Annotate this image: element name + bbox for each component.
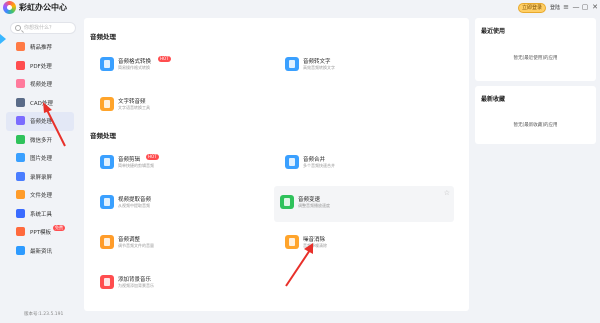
section-title-audio-2: 音频处理 [90,132,116,140]
app-title: 彩虹办公中心 [19,3,67,12]
annotation-arrow-noise-removal [285,243,313,287]
tool-description: 高效音频转换文字 [303,65,335,70]
annotation-arrow-sidebar [43,102,66,147]
tool-video-extract-audio[interactable]: 视频提取音频 从视频中提取音频 [94,186,274,222]
news-icon [16,245,25,255]
latest-favorites-panel: 最新收藏 暂无[最新收藏]的应用 [475,86,596,144]
latest-favorites-empty-text: 暂无[最新收藏]的应用 [513,123,558,128]
tool-name: 文字转音频 [118,99,146,105]
sidebar-item-label: 精品推荐 [30,45,53,51]
recent-used-empty-text: 暂无[最近使用]的应用 [513,56,558,61]
video-extract-audio-icon [100,195,114,209]
tool-description: 调节音频文件的音量 [118,243,154,248]
tool-description: 多个音频快速合并 [303,163,335,168]
audio-convert-icon [100,57,114,71]
sidebar-item-label: PDF处理 [30,63,52,70]
audio-adjust-icon [100,235,114,249]
sidebar-item-recommend[interactable]: 精品推荐 [6,38,74,57]
tool-audio-speed[interactable]: 音频变速 调整音频播放速度 ☆ [274,186,454,222]
tool-description: 调整音频播放速度 [298,203,330,208]
sidebar-item-label: PPT模板 [30,230,51,236]
search-icon [15,25,21,31]
sidebar-item-label: 最新资讯 [30,248,53,255]
audio-clip-icon [100,155,114,169]
screen-record-icon [16,171,25,181]
tool-name: 音频剪辑 [118,157,141,163]
sidebar-item-screen-record[interactable]: 录屏录屏 [6,168,74,187]
audio-merge-icon [285,155,299,169]
tool-audio-convert[interactable]: 音频格式转换 简易操作格式转换 HOT [94,48,274,84]
audio-icon [16,116,25,125]
sidebar: 精品推荐PDF处理视频处理CAD处理音频处理微信多开图片处理录屏录屏文件处理系统… [0,16,78,323]
section-title-audio: 音频处理 [90,33,116,41]
close-icon[interactable]: ✕ [590,2,600,12]
tool-description: 简易操作格式转换 [118,65,150,70]
sidebar-item-label: 文件处理 [30,193,53,199]
video-icon [16,79,25,88]
sidebar-item-file[interactable]: 文件处理 [6,186,74,205]
sidebar-item-label: 录屏录屏 [30,174,53,181]
system-tools-icon [16,208,25,218]
tool-name: 音频转文字 [303,59,331,65]
ppt-icon [16,227,25,236]
app-logo-icon [3,1,16,14]
tool-description: 为视频添加背景音乐 [118,283,154,288]
pdf-icon [16,60,25,70]
recent-used-title: 最近使用 [481,28,506,35]
image-icon [16,153,25,162]
main-panel: 音频处理 音频处理 音频格式转换 简易操作格式转换 HOT 音频转文字 高效音频转换文字… [84,18,469,311]
sidebar-item-pdf[interactable]: PDF处理 [6,57,74,76]
wechat-icon [16,134,25,144]
cad-icon [16,97,25,107]
tool-text-to-audio[interactable]: 文字转音频 文字语音转换工具 [94,88,274,124]
sidebar-item-label: 图片处理 [30,156,53,162]
sidebar-item-ppt[interactable]: PPT模板 免费 [6,223,74,242]
search-input[interactable] [24,24,74,32]
recommend-icon [16,42,25,51]
latest-favorites-title: 最新收藏 [481,96,506,103]
recent-used-panel: 最近使用 暂无[最近使用]的应用 [475,18,596,81]
favorite-star-icon[interactable]: ☆ [444,189,450,197]
hot-badge: HOT [146,154,159,160]
file-icon [16,190,25,199]
text-to-audio-icon [100,97,114,111]
tool-name: 添加背景音乐 [118,277,152,283]
search-box[interactable] [10,22,76,34]
tool-name: 音频变速 [298,197,321,203]
login-now-button[interactable]: 立即登录 [518,3,546,13]
tool-description: 文字语音转换工具 [118,105,150,110]
login-link[interactable]: 登陆 [550,4,560,11]
title-bar: 彩虹办公中心 立即登录 登陆 ≡ — ▢ ✕ [0,0,600,16]
tool-name: 音频合并 [303,157,326,163]
hot-badge: HOT [158,56,171,62]
menu-icon[interactable]: ≡ [561,2,571,12]
add-bgm-icon [100,275,114,289]
tool-audio-merge[interactable]: 音频合并 多个音频快速合并 [279,146,459,182]
free-badge: 免费 [53,225,65,231]
tool-audio-to-text[interactable]: 音频转文字 高效音频转换文字 [279,48,459,84]
sidebar-item-video[interactable]: 视频处理 [6,75,74,94]
sidebar-item-news[interactable]: 最新资讯 [6,242,74,261]
sidebar-item-image[interactable]: 图片处理 [6,149,74,168]
version-label: 版本号:1.23.5.191 [24,312,64,317]
audio-to-text-icon [285,57,299,71]
tool-add-bgm[interactable]: 添加背景音乐 为视频添加背景音乐 [94,266,274,302]
tool-description: 从视频中提取音频 [118,203,150,208]
maximize-icon[interactable]: ▢ [580,2,590,12]
tool-audio-adjust[interactable]: 音频调整 调节音频文件的音量 [94,226,274,262]
tool-name: 音频格式转换 [118,59,152,65]
tool-audio-clip[interactable]: 音频剪辑 简单快捷的剪辑音频 HOT [94,146,274,182]
sidebar-item-system-tools[interactable]: 系统工具 [6,205,74,224]
audio-speed-icon [280,195,294,209]
tool-name: 音频调整 [118,237,141,243]
tool-name: 视频提取音频 [118,197,152,203]
sidebar-item-label: 视频处理 [30,82,53,88]
tool-description: 简单快捷的剪辑音频 [118,163,154,168]
sidebar-item-label: 系统工具 [30,211,53,218]
